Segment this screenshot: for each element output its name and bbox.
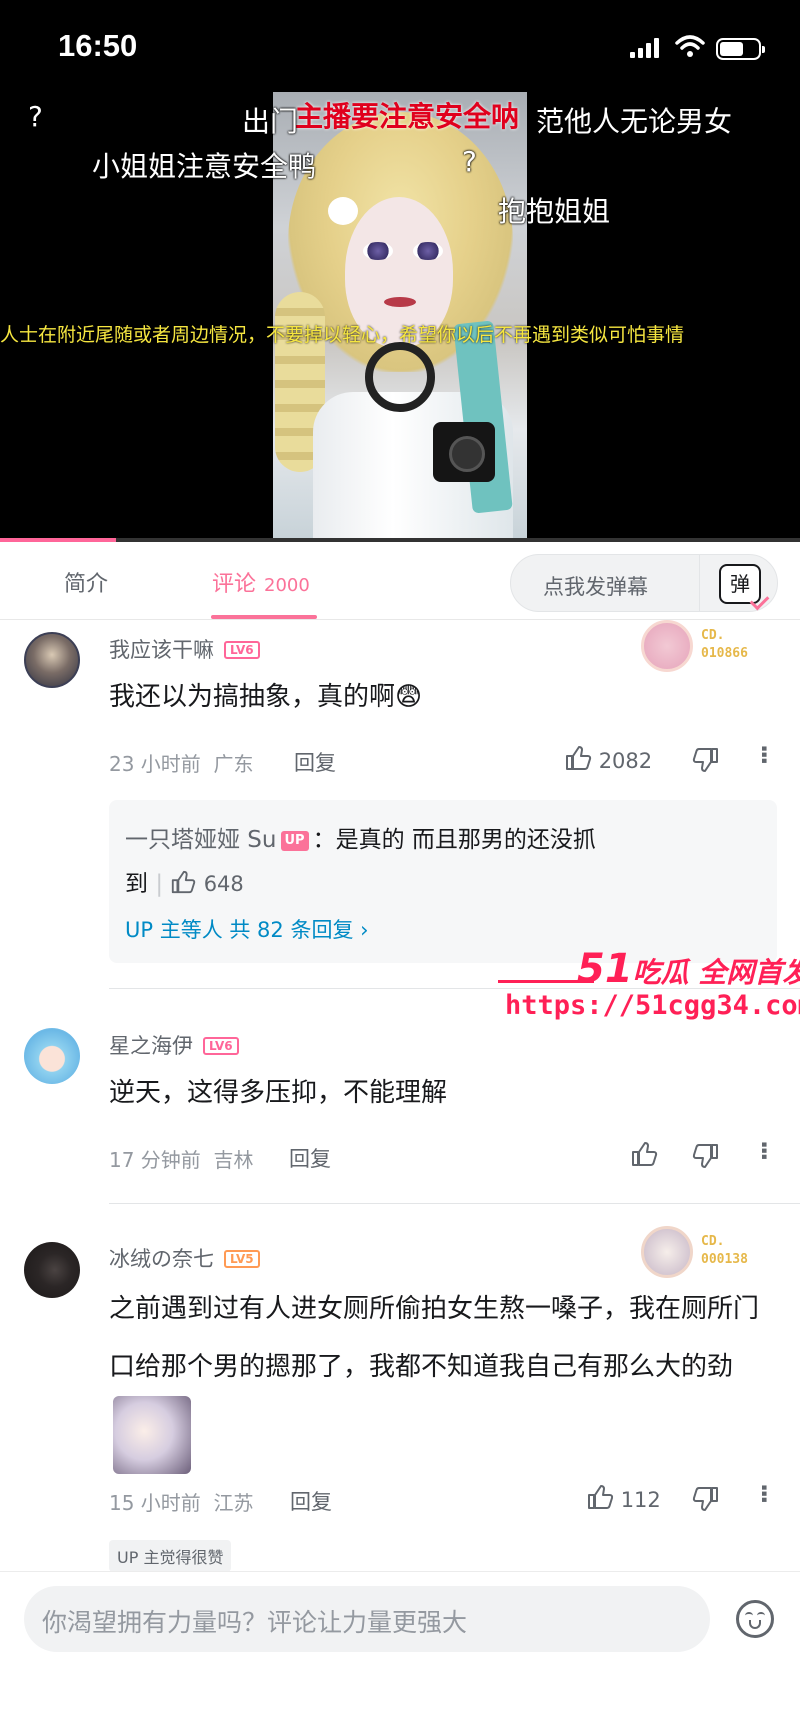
like-button[interactable]: 2082 [564, 744, 652, 773]
sub-reply-like-count: 648 [203, 872, 244, 896]
medal-avatar-icon [641, 620, 693, 672]
reply-button[interactable]: 回复 [290, 1486, 332, 1516]
danmaku-item: 出门 [242, 105, 299, 138]
wifi-icon [675, 35, 705, 57]
comment-input-bar: 你渴望拥有力量吗？评论让力量更强大 [0, 1571, 800, 1731]
thumb-down-icon [692, 748, 718, 772]
sub-reply-like[interactable]: 648 [170, 870, 244, 897]
level-badge: LV6 [203, 1037, 239, 1055]
avatar[interactable] [24, 632, 80, 688]
watermark-brand: 51吃瓜 全网首发 [577, 946, 800, 992]
comment-time: 15 小时前 [109, 1491, 201, 1515]
tab-bar: 简介 评论 2000 点我发弹幕 弹 [0, 542, 800, 620]
username-text: 我应该干嘛 [109, 638, 214, 662]
comment-input[interactable]: 你渴望拥有力量吗？评论让力量更强大 [24, 1586, 710, 1652]
like-count: 2082 [598, 749, 653, 773]
comment-time: 17 分钟前 [109, 1148, 201, 1172]
thumb-up-icon [566, 746, 592, 770]
comment-location: 江苏 [213, 1491, 254, 1515]
danmaku-input-placeholder: 点我发弹幕 [543, 575, 648, 599]
more-options-icon[interactable]: ··· [750, 744, 778, 762]
fan-medal[interactable]: CD. 010866 [641, 620, 771, 676]
danmaku-item: 小姐姐注意安全鸭 [92, 150, 317, 183]
level-badge: LV5 [224, 1250, 260, 1268]
comment-location: 广东 [213, 752, 254, 776]
sticker-image[interactable] [113, 1396, 191, 1474]
like-button[interactable] [630, 1140, 658, 1169]
avatar[interactable] [24, 1028, 80, 1084]
thumb-down-icon [692, 1487, 718, 1511]
danmaku-toggle-icon[interactable]: 弹 [719, 564, 761, 604]
watermark-text: 吃瓜 全网首发 [632, 956, 800, 989]
comment-username[interactable]: 我应该干嘛 LV6 [109, 634, 260, 664]
sub-reply-box[interactable]: 一只塔娅娅 Su UP ：是真的 而且那男的还没抓 到 | 648 UP 主等人 共… [109, 800, 777, 963]
comment-time: 23 小时前 [109, 752, 201, 776]
more-options-icon[interactable]: ··· [750, 1140, 778, 1158]
watermark-url: https://51cgg34.com [505, 990, 800, 1021]
sub-reply-text: ：是真的 而且那男的还没抓 [312, 827, 596, 853]
comment-meta: 23 小时前 广东 [109, 748, 254, 777]
battery-icon [716, 38, 765, 60]
divider [109, 1203, 800, 1204]
comment-meta: 17 分钟前 吉林 [109, 1144, 254, 1173]
comment-text: 逆天，这得多压抑，不能理解 [109, 1078, 448, 1108]
status-bar: 16:50 [0, 0, 800, 96]
medal-line1: CD. [701, 628, 725, 643]
up-badge: UP [280, 831, 309, 851]
comment-username[interactable]: 星之海伊 LV6 [109, 1030, 239, 1060]
comment-location: 吉林 [213, 1148, 254, 1172]
sub-reply: 一只塔娅娅 Su UP ：是真的 而且那男的还没抓 到 | 648 [125, 827, 596, 897]
tab-comments-count: 2000 [264, 575, 310, 596]
danmaku-input[interactable]: 点我发弹幕 弹 [510, 554, 778, 612]
signal-icon [630, 38, 660, 58]
danmaku-item: 抱抱姐姐 [498, 195, 611, 228]
more-options-icon[interactable]: ··· [750, 1483, 778, 1501]
medal-line1: CD. [701, 1234, 725, 1249]
tab-comments-label: 评论 [212, 572, 257, 597]
comment-input-placeholder: 你渴望拥有力量吗？评论让力量更强大 [42, 1608, 468, 1637]
danmaku-item: ? [462, 145, 477, 178]
video-player[interactable]: 主播要注意安全呐 ? 出门 范他人无论男女 小姐姐注意安全鸭 ? 抱抱姐姐 人士… [0, 0, 800, 542]
level-badge: LV6 [224, 641, 260, 659]
reply-button[interactable]: 回复 [289, 1143, 331, 1173]
up-liked-tag: UP 主觉得很赞 [109, 1540, 232, 1572]
username-text: 星之海伊 [109, 1034, 193, 1058]
emoji-icon[interactable] [736, 1600, 774, 1638]
danmaku-item: ? [28, 100, 43, 133]
comment-meta: 15 小时前 江苏 [109, 1487, 254, 1516]
video-subtitle: 人士在附近尾随或者周边情况，不要掉以轻心，希望你以后不再遇到类似可怕事情 [0, 324, 685, 346]
status-time: 16:50 [58, 28, 138, 63]
comment-text: 我还以为搞抽象，真的啊😨 [109, 682, 423, 712]
medal-line2: 000138 [701, 1252, 748, 1267]
like-button[interactable]: 112 [586, 1483, 661, 1512]
sub-reply-text-cont: 到 [125, 871, 148, 897]
medal-avatar-icon [641, 1226, 693, 1278]
thumb-down-icon [692, 1144, 718, 1168]
tab-intro[interactable]: 简介 [64, 566, 108, 598]
thumb-up-icon [632, 1142, 658, 1166]
comment-text-body: 之前遇到过有人进女厕所偷拍女生熬一嗓子，我在厕所门口给那个男的摁那了，我都不知道… [109, 1294, 760, 1382]
tab-comments[interactable]: 评论 2000 [212, 566, 310, 598]
username-text: 冰绒の奈七 [109, 1247, 214, 1271]
thumb-up-icon [172, 870, 196, 894]
like-count: 112 [620, 1488, 661, 1512]
watermark-number: 51 [577, 946, 633, 992]
watermark-line [498, 980, 594, 983]
comment-text: 之前遇到过有人进女厕所偷拍女生熬一嗓子，我在厕所门口给那个男的摁那了，我都不知道… [109, 1280, 779, 1500]
danmaku-item: 范他人无论男女 [536, 105, 733, 138]
comment-username[interactable]: 冰绒の奈七 LV5 [109, 1243, 260, 1273]
dislike-button[interactable] [692, 746, 720, 774]
thumb-up-icon [588, 1485, 614, 1509]
medal-line2: 010866 [701, 646, 748, 661]
reply-button[interactable]: 回复 [294, 747, 336, 777]
view-more-replies-link[interactable]: UP 主等人 共 82 条回复 › [125, 914, 369, 944]
fan-medal[interactable]: CD. 000138 [641, 1226, 771, 1282]
tab-active-indicator [211, 615, 317, 619]
video-title-overlay: 主播要注意安全呐 [295, 100, 520, 133]
dislike-button[interactable] [692, 1142, 720, 1170]
avatar[interactable] [24, 1242, 80, 1298]
dislike-button[interactable] [692, 1485, 720, 1513]
sub-reply-username[interactable]: 一只塔娅娅 Su [125, 827, 277, 853]
